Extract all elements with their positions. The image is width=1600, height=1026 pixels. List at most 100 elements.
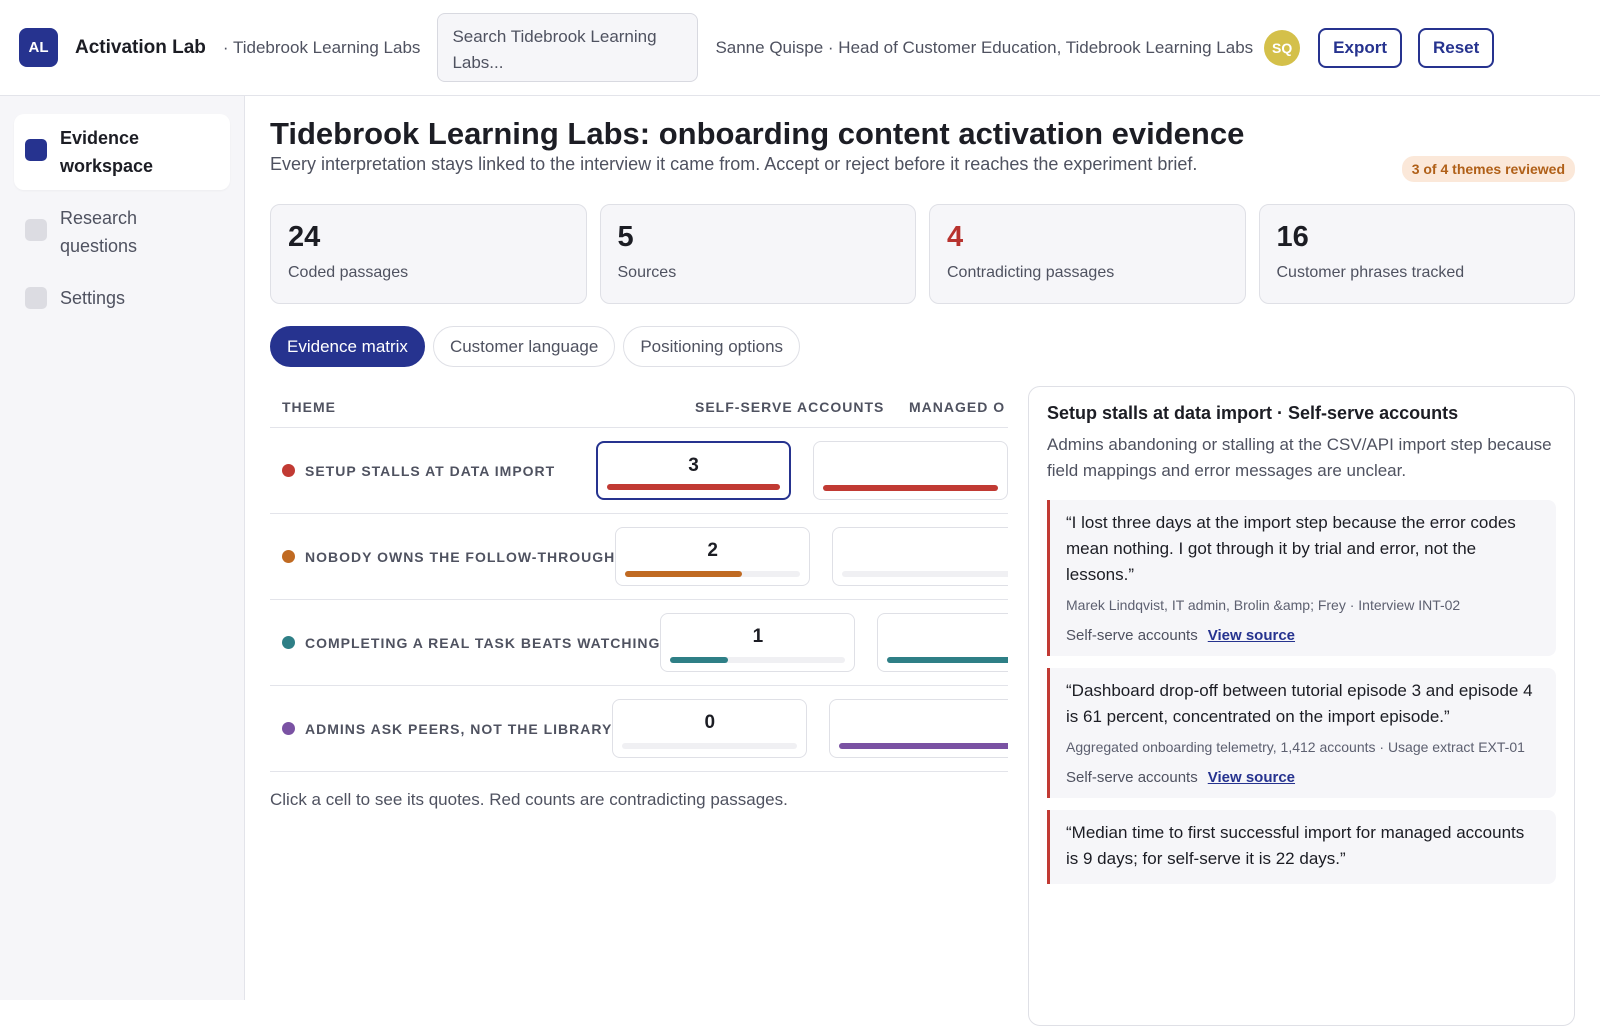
tab-customer-language[interactable]: Customer language — [432, 326, 616, 367]
cell-bar-track — [842, 571, 1008, 577]
sidebar-item-evidence-workspace[interactable]: Evidence workspace — [14, 114, 230, 190]
tab-evidence-matrix[interactable]: Evidence matrix — [270, 326, 425, 367]
cell-bar-fill — [887, 657, 1008, 663]
theme-color-dot — [282, 722, 295, 735]
org-name: · Tidebrook Learning Labs — [222, 37, 421, 57]
cell-bar-track — [839, 743, 1008, 749]
theme-color-dot — [282, 636, 295, 649]
quote-source: Aggregated onboarding telemetry, 1,412 a… — [1066, 739, 1525, 755]
theme-color-dot — [282, 464, 295, 477]
column-header-managed: MANAGED O — [909, 398, 1006, 415]
quote-card: “Median time to first successful import … — [1047, 810, 1556, 884]
cell-bar-track — [622, 743, 798, 749]
quote-card: “Dashboard drop-off between tutorial epi… — [1047, 668, 1556, 798]
cell-bar-track — [887, 657, 1008, 663]
quote-text: “I lost three days at the import step be… — [1066, 513, 1516, 584]
stat-label: Coded passages — [288, 264, 409, 281]
quote-segment: Self-serve accounts — [1066, 769, 1198, 786]
stat-value: 16 — [1276, 221, 1309, 253]
sidebar-item-research-questions[interactable]: Research questions — [14, 194, 230, 270]
view-source-link[interactable]: View source — [1208, 769, 1295, 786]
user-info: Sanne Quispe · Head of Customer Educatio… — [715, 37, 1254, 57]
cell-bar-fill — [823, 485, 998, 491]
matrix-cell-managed[interactable] — [829, 699, 1008, 758]
quote-card: “I lost three days at the import step be… — [1047, 500, 1556, 656]
column-header-theme: THEME — [282, 398, 336, 415]
matrix-cell-self-serve[interactable]: 2 — [615, 527, 811, 586]
stat-value: 24 — [288, 221, 321, 253]
stat-label: Customer phrases tracked — [1276, 264, 1465, 281]
cell-count: 1 — [752, 626, 764, 647]
nav-square-icon — [25, 287, 47, 309]
quote-footer: Self-serve accounts View source — [1066, 769, 1540, 786]
quote-footer: Self-serve accounts View source — [1066, 627, 1540, 644]
theme-cell: SETUP STALLS AT DATA IMPORT — [270, 463, 596, 479]
page-title: Tidebrook Learning Labs: onboarding cont… — [270, 116, 1245, 151]
matrix-cell-self-serve[interactable]: 3 — [596, 441, 791, 500]
matrix-cell-self-serve[interactable]: 1 — [660, 613, 856, 672]
cell-count: 0 — [704, 712, 716, 733]
cell-bar-track — [670, 657, 846, 663]
cell-bar-fill — [670, 657, 729, 663]
cell-bar-fill — [607, 484, 780, 490]
column-header-self-serve: SELF-SERVE ACCOUNTS — [695, 398, 885, 415]
export-button[interactable]: Export — [1318, 27, 1402, 68]
matrix-row: NOBODY OWNS THE FOLLOW-THROUGH 2 — [270, 514, 1008, 600]
theme-name: COMPLETING A REAL TASK BEATS WATCHING — [305, 634, 661, 651]
theme-color-dot — [282, 550, 295, 563]
sidebar-item-label: Research questions — [60, 208, 138, 256]
matrix-cell-managed[interactable] — [813, 441, 1008, 500]
matrix-help-text: Click a cell to see its quotes. Red coun… — [270, 790, 788, 809]
sidebar-item-label: Evidence workspace — [60, 128, 154, 176]
app-name: Activation Lab — [75, 36, 206, 58]
sidebar-item-settings[interactable]: Settings — [14, 274, 230, 322]
tab-positioning-options[interactable]: Positioning options — [623, 326, 801, 367]
matrix-cell-managed[interactable] — [877, 613, 1008, 672]
sidebar: Evidence workspace Research questions Se… — [0, 96, 245, 1000]
main-content: Tidebrook Learning Labs: onboarding cont… — [270, 96, 1575, 1026]
stat-label: Contradicting passages — [947, 264, 1115, 281]
detail-panel: Setup stalls at data import · Self-serve… — [1028, 386, 1575, 1026]
cell-bar-track — [823, 485, 998, 491]
nav-square-icon — [25, 219, 47, 241]
theme-cell: ADMINS ASK PEERS, NOT THE LIBRARY — [270, 721, 612, 737]
cell-bar-fill — [625, 571, 743, 577]
cell-bar-track — [625, 571, 801, 577]
quote-text: “Median time to first successful import … — [1066, 823, 1525, 868]
review-status-badge: 3 of 4 themes reviewed — [1401, 156, 1575, 182]
theme-name: NOBODY OWNS THE FOLLOW-THROUGH — [305, 548, 616, 565]
view-tabs: Evidence matrix Customer language Positi… — [270, 326, 801, 367]
theme-cell: COMPLETING A REAL TASK BEATS WATCHING — [270, 635, 660, 651]
avatar[interactable]: SQ — [1264, 29, 1301, 66]
matrix-row: ADMINS ASK PEERS, NOT THE LIBRARY 0 — [270, 686, 1008, 772]
cell-bar-track — [607, 484, 780, 490]
matrix-header: THEME SELF-SERVE ACCOUNTS MANAGED O — [270, 386, 1008, 428]
top-bar: AL Activation Lab · Tidebrook Learning L… — [0, 0, 1600, 96]
matrix-row: SETUP STALLS AT DATA IMPORT 3 — [270, 428, 1008, 514]
stat-label: Sources — [617, 264, 677, 281]
stat-card-sources: 5 Sources — [599, 204, 916, 304]
view-source-link[interactable]: View source — [1208, 627, 1295, 644]
theme-name: ADMINS ASK PEERS, NOT THE LIBRARY — [305, 720, 613, 737]
stat-value: 5 — [617, 221, 634, 253]
detail-description: Admins abandoning or stalling at the CSV… — [1047, 435, 1552, 480]
reset-button[interactable]: Reset — [1418, 27, 1495, 68]
quote-segment: Self-serve accounts — [1066, 627, 1198, 644]
theme-cell: NOBODY OWNS THE FOLLOW-THROUGH — [270, 549, 615, 565]
stat-value: 4 — [947, 221, 964, 253]
quote-source: Marek Lindqvist, IT admin, Brolin &amp; … — [1066, 597, 1461, 613]
cell-count: 2 — [707, 540, 718, 561]
matrix-row: COMPLETING A REAL TASK BEATS WATCHING 1 — [270, 600, 1008, 686]
quote-text: “Dashboard drop-off between tutorial epi… — [1066, 681, 1533, 726]
cell-count: 3 — [688, 455, 699, 476]
nav-square-icon — [25, 139, 47, 161]
stat-card-coded-passages: 24 Coded passages — [270, 204, 587, 304]
cell-bar-fill — [839, 743, 1008, 749]
detail-title: Setup stalls at data import · Self-serve… — [1047, 403, 1459, 423]
search-input[interactable]: Search Tidebrook Learning Labs... — [437, 13, 699, 82]
app-logo: AL — [19, 28, 58, 67]
matrix-cell-self-serve[interactable]: 0 — [612, 699, 808, 758]
sidebar-item-label: Settings — [60, 288, 126, 308]
matrix-cell-managed[interactable] — [832, 527, 1008, 586]
stat-card-contradicting-passages: 4 Contradicting passages — [929, 204, 1246, 304]
